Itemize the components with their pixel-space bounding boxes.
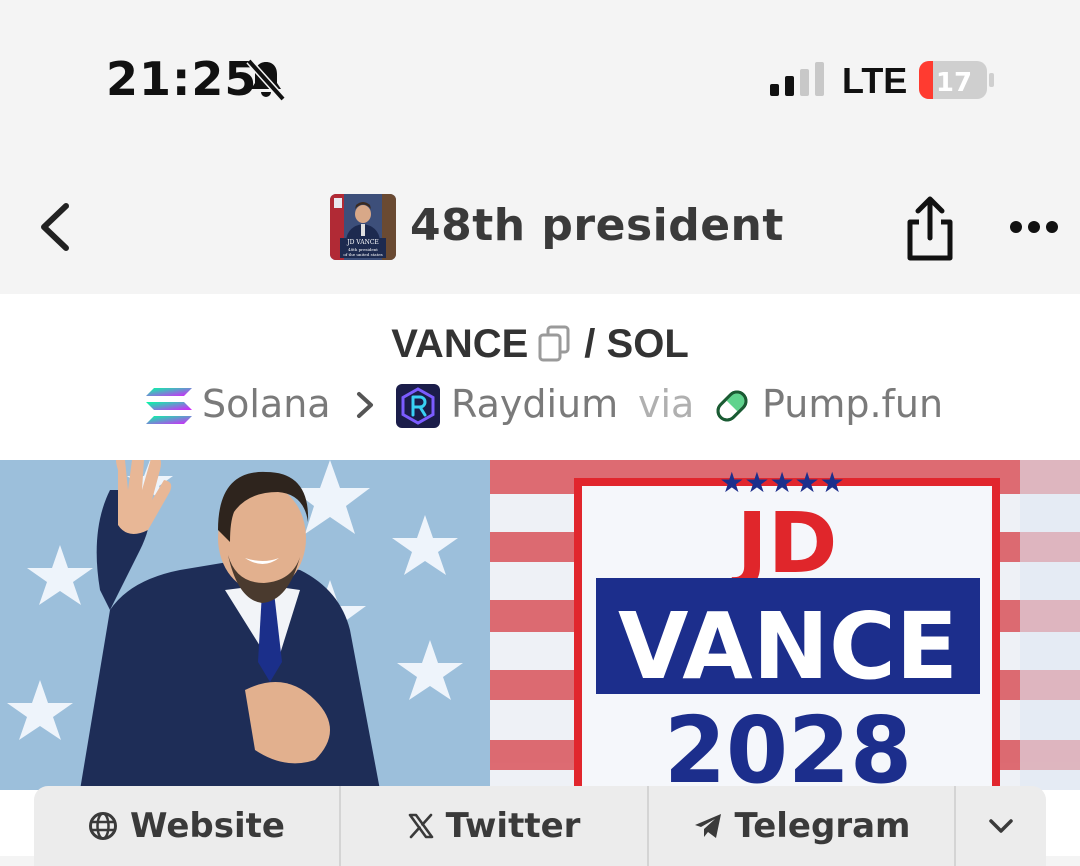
- quote-symbol: SOL: [606, 321, 689, 366]
- token-banner-image: ★★★★★ JD VANCE 2028: [0, 460, 1080, 790]
- avatar-caption-3: of the united states: [343, 252, 382, 257]
- copy-icon[interactable]: [538, 325, 570, 363]
- network-type: LTE: [842, 60, 908, 101]
- solana-icon: [146, 388, 192, 424]
- telegram-label: Telegram: [734, 806, 911, 846]
- cellular-signal-icon: [770, 62, 824, 96]
- token-avatar: JD VANCE 48th president of the united st…: [330, 194, 396, 260]
- telegram-icon: [694, 814, 721, 838]
- base-symbol: VANCE: [391, 321, 529, 366]
- status-bar: 21:25 LTE 17: [0, 0, 1080, 160]
- token-avatar-image: JD VANCE 48th president of the united st…: [330, 194, 396, 260]
- more-options-button[interactable]: [1006, 212, 1062, 242]
- page-title: 48th president: [410, 200, 784, 251]
- banner-line-1: JD: [732, 494, 838, 592]
- banner-line-3: 2028: [664, 697, 912, 790]
- battery-level: 17: [936, 68, 972, 98]
- avatar-caption-1: JD VANCE: [346, 239, 379, 246]
- token-detail: VANCE / SOL Solana Raydium via Pump.fun …: [0, 294, 1080, 866]
- chevron-right-icon: [357, 392, 373, 418]
- twitter-button[interactable]: Twitter: [341, 786, 647, 866]
- chain-link[interactable]: Solana: [202, 382, 331, 426]
- website-button[interactable]: Website: [34, 786, 339, 866]
- dex-link[interactable]: Raydium: [451, 382, 618, 426]
- back-button[interactable]: [30, 200, 84, 254]
- globe-icon: [89, 812, 118, 840]
- website-label: Website: [130, 806, 285, 846]
- raydium-icon: [396, 384, 440, 428]
- via-label: via: [638, 382, 695, 426]
- battery-charging-icon: 17: [919, 61, 994, 99]
- expand-links-button[interactable]: [956, 786, 1046, 866]
- token-pair: VANCE / SOL: [0, 320, 1080, 367]
- social-links-bar: Website Twitter Telegram: [34, 786, 1046, 866]
- twitter-label: Twitter: [445, 806, 581, 846]
- navigation-bar: JD VANCE 48th president of the united st…: [0, 160, 1080, 294]
- chevron-down-icon: [989, 819, 1013, 833]
- pair-separator: /: [584, 321, 596, 366]
- banner-line-2: VANCE: [618, 593, 958, 700]
- status-time: 21:25: [106, 52, 258, 106]
- pill-icon: [716, 390, 748, 422]
- telegram-button[interactable]: Telegram: [649, 786, 954, 866]
- x-logo-icon: [408, 813, 433, 839]
- route-row: Solana Raydium via Pump.fun: [0, 380, 1080, 434]
- share-button[interactable]: [900, 194, 960, 262]
- launchpad-link[interactable]: Pump.fun: [762, 382, 943, 426]
- bell-slash-icon: [246, 58, 286, 102]
